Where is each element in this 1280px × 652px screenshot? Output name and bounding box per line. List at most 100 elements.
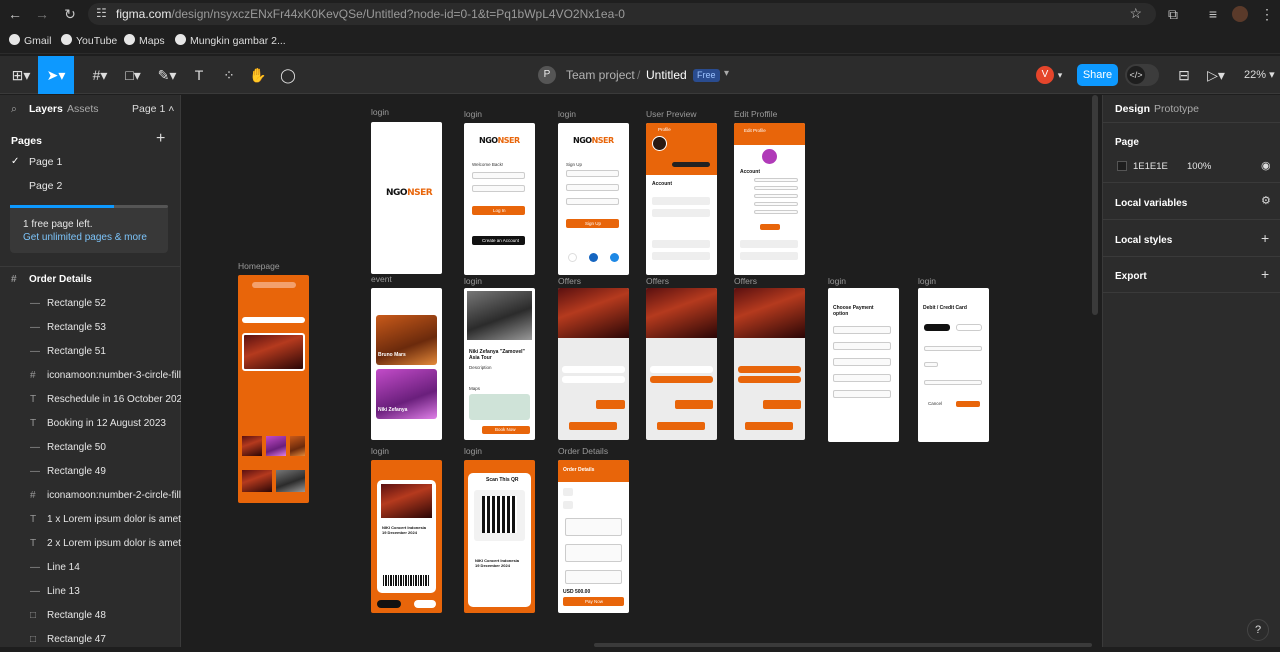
address-bar[interactable]: ☷ figma.com/design/nsyxczENxFr44xK0KevQS… bbox=[88, 3, 1156, 25]
local-variables[interactable]: Local variables bbox=[1115, 198, 1187, 209]
chevron-down-icon[interactable]: ▾ bbox=[1053, 56, 1067, 94]
frame-ticket[interactable]: NIKI Concert Indonesia 19 December 2024 bbox=[371, 460, 442, 613]
frame-splash[interactable]: NGONSER bbox=[371, 122, 442, 274]
payment-method[interactable] bbox=[833, 374, 891, 382]
frame-label[interactable]: login bbox=[371, 446, 389, 456]
menu-row[interactable] bbox=[652, 240, 710, 248]
ticket-option[interactable] bbox=[562, 376, 625, 383]
page-item-2[interactable]: Page 2 bbox=[0, 175, 180, 197]
concert-thumb[interactable] bbox=[242, 470, 272, 492]
frame-label[interactable]: Edit Proffile bbox=[734, 109, 777, 119]
field[interactable] bbox=[754, 194, 798, 198]
payment-method[interactable] bbox=[833, 342, 891, 350]
horizontal-scrollbar[interactable] bbox=[594, 643, 1092, 647]
media-control-icon[interactable]: ≡ bbox=[1204, 5, 1222, 23]
bookmark-maps[interactable]: Maps bbox=[124, 34, 165, 47]
extensions-icon[interactable]: ⧉ bbox=[1164, 5, 1182, 23]
frame-label[interactable]: Order Details bbox=[558, 446, 608, 456]
frame-label[interactable]: login bbox=[918, 276, 936, 286]
dev-mode-toggle[interactable]: </> bbox=[1125, 64, 1159, 86]
layer-item[interactable]: # iconamoon:number-2-circle-fill bbox=[0, 484, 181, 508]
reload-icon[interactable]: ↻ bbox=[61, 5, 79, 23]
page-opacity-value[interactable]: 100% bbox=[1187, 161, 1211, 172]
payment-method[interactable] bbox=[833, 358, 891, 366]
frame-label[interactable]: event bbox=[371, 274, 392, 284]
add-export-icon[interactable]: + bbox=[1261, 266, 1269, 282]
password-field[interactable] bbox=[566, 198, 619, 205]
team-name[interactable]: Team project bbox=[566, 68, 635, 82]
name-field[interactable] bbox=[924, 380, 982, 385]
frame-card-form[interactable]: Debit / Credit Card Cancel bbox=[918, 288, 989, 442]
add-style-icon[interactable]: + bbox=[1261, 230, 1269, 246]
share-button[interactable]: Share bbox=[1077, 64, 1118, 86]
ticket-option-selected[interactable] bbox=[738, 366, 801, 373]
frame-label[interactable]: Offers bbox=[558, 276, 581, 286]
artist-thumb[interactable] bbox=[266, 436, 286, 456]
design-canvas[interactable]: login NGONSER login NGONSER Welcome Back… bbox=[181, 95, 1102, 647]
frame-order-details[interactable]: Order Details USD 500.00 Pay Now bbox=[558, 460, 629, 613]
layer-item[interactable]: # Order Details bbox=[0, 268, 180, 292]
frame-homepage[interactable] bbox=[238, 275, 309, 503]
main-menu-icon[interactable]: ⊞▾ bbox=[6, 56, 36, 94]
shape-tool-icon[interactable]: □▾ bbox=[118, 56, 148, 94]
cancel-button[interactable]: Cancel bbox=[928, 401, 942, 406]
booking-card[interactable] bbox=[565, 518, 622, 536]
map-preview[interactable] bbox=[469, 394, 530, 420]
layer-item[interactable]: T 1 x Lorem ipsum dolor is amet bbox=[0, 508, 181, 532]
save-button[interactable] bbox=[760, 224, 780, 230]
layer-item[interactable]: — Rectangle 52 bbox=[0, 292, 180, 316]
frame-label[interactable]: login bbox=[558, 109, 576, 119]
menu-row[interactable] bbox=[652, 209, 710, 217]
upgrade-link[interactable]: Get unlimited pages & more bbox=[23, 232, 147, 243]
layer-item[interactable]: □ Rectangle 48 bbox=[0, 604, 180, 628]
google-icon[interactable] bbox=[568, 253, 577, 262]
frame-label[interactable]: Offers bbox=[734, 276, 757, 286]
layer-item[interactable]: — Line 14 bbox=[0, 556, 180, 580]
file-name[interactable]: Untitled bbox=[646, 68, 687, 82]
frame-label[interactable]: login bbox=[464, 446, 482, 456]
email-field[interactable] bbox=[472, 172, 525, 179]
facebook-icon[interactable] bbox=[589, 253, 598, 262]
layer-item[interactable]: T Reschedule in 16 October 2024 bbox=[0, 388, 188, 412]
ticket-option[interactable] bbox=[650, 366, 713, 373]
eye-icon[interactable]: ◉ bbox=[1261, 159, 1271, 172]
frame-event[interactable]: Bruno Mars Niki Zefanya bbox=[371, 288, 442, 440]
layer-item[interactable]: — Line 13 bbox=[0, 580, 180, 604]
forward-icon[interactable]: → bbox=[33, 5, 51, 23]
frame-offers-1[interactable] bbox=[558, 288, 629, 440]
password-field[interactable] bbox=[472, 185, 525, 192]
export-section[interactable]: Export bbox=[1115, 271, 1147, 282]
frame-label[interactable]: login bbox=[464, 276, 482, 286]
ticket-option-selected[interactable] bbox=[650, 376, 713, 383]
card-option[interactable] bbox=[956, 324, 982, 331]
page-selector[interactable]: Page 1 ˄ bbox=[132, 103, 174, 115]
frame-payment-option[interactable]: Choose Payment option bbox=[828, 288, 899, 442]
bookmark-gmail[interactable]: Gmail bbox=[9, 34, 51, 47]
vertical-scrollbar[interactable] bbox=[1092, 95, 1098, 315]
layer-item[interactable]: □ Rectangle 47 bbox=[0, 628, 180, 652]
frame-scan-qr[interactable]: Scan This QR NIKI Concert Indonesia 19 D… bbox=[464, 460, 535, 613]
field[interactable] bbox=[754, 186, 798, 190]
add-button[interactable] bbox=[675, 400, 713, 409]
bookmark-mungkin[interactable]: Mungkin gambar 2... bbox=[175, 34, 286, 47]
qr-button[interactable] bbox=[414, 600, 436, 608]
filter-row[interactable] bbox=[242, 317, 305, 323]
frame-label[interactable]: login bbox=[464, 109, 482, 119]
move-tool-icon[interactable]: ➤▾ bbox=[38, 56, 74, 94]
field[interactable] bbox=[754, 210, 798, 214]
bookmark-star-icon[interactable]: ☆ bbox=[1129, 5, 1142, 22]
menu-icon[interactable]: ⋮ bbox=[1258, 5, 1276, 23]
hand-tool-icon[interactable]: ✋ bbox=[243, 56, 273, 94]
frame-login[interactable]: NGONSER Welcome Back! Log In Create an A… bbox=[464, 123, 535, 275]
payment-method[interactable] bbox=[833, 326, 891, 334]
frame-signup[interactable]: NGONSER Sign Up Sign Up bbox=[558, 123, 629, 275]
frame-tool-icon[interactable]: #▾ bbox=[82, 56, 118, 94]
next-button[interactable] bbox=[745, 422, 793, 430]
tab-assets[interactable]: Assets bbox=[67, 103, 99, 115]
ticket-option-selected[interactable] bbox=[738, 376, 801, 383]
add-payment-option[interactable] bbox=[833, 390, 891, 398]
featured-event-card[interactable] bbox=[242, 333, 305, 371]
artist-thumb[interactable] bbox=[242, 436, 262, 456]
frame-edit-profile[interactable]: Edit Profile Account bbox=[734, 123, 805, 275]
share-ticket-button[interactable] bbox=[377, 600, 401, 608]
